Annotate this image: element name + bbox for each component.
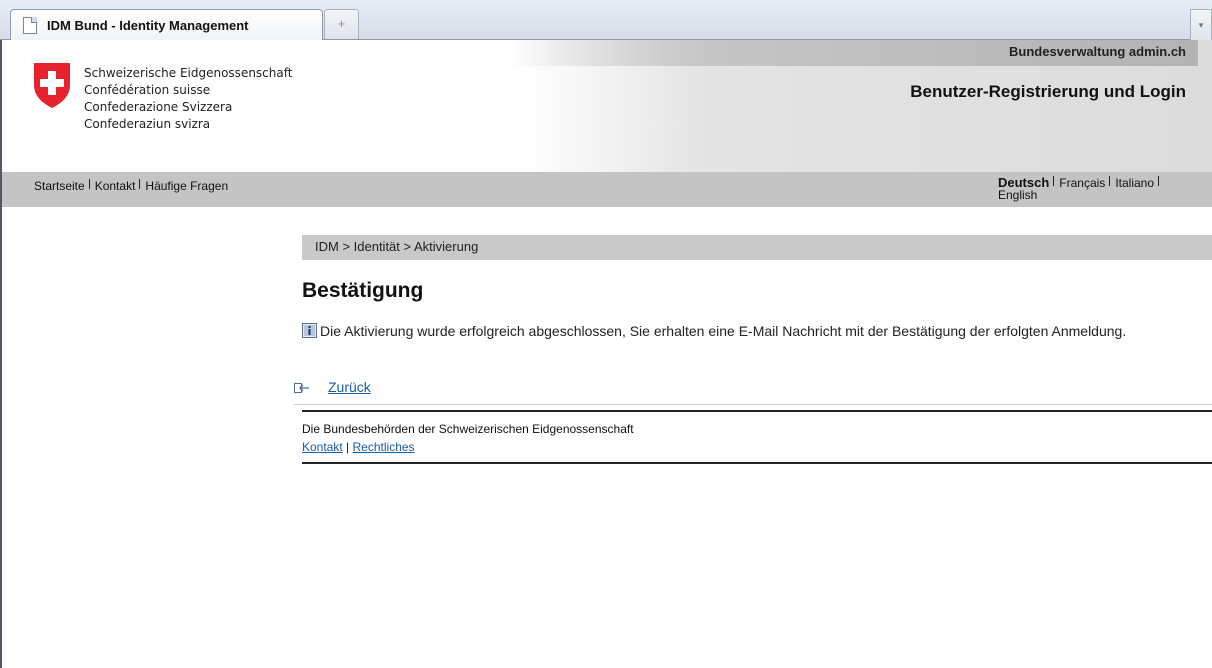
footer-link-rechtliches[interactable]: Rechtliches	[353, 440, 415, 454]
lang-english[interactable]: English	[998, 188, 1037, 202]
page-icon	[23, 16, 37, 34]
browser-tab-active[interactable]: IDM Bund - Identity Management	[10, 9, 323, 40]
confirmation-message: Die Aktivierung wurde erfolgreich abgesc…	[302, 322, 1182, 341]
lang-francais[interactable]: Français	[1059, 176, 1105, 190]
info-icon	[302, 323, 317, 338]
confederation-name-fr: Confédération suisse	[84, 83, 211, 97]
footer-text: Die Bundesbehörden der Schweizerischen E…	[302, 422, 634, 436]
confederation-name-rm: Confederaziun svizra	[84, 117, 211, 131]
tab-list-button[interactable]: ▾	[1190, 9, 1212, 40]
footer-links: Kontakt | Rechtliches	[302, 440, 415, 454]
back-arrow-icon[interactable]	[294, 382, 310, 394]
main-nav-bar: Startseite Kontakt Häufige Fragen Deutsch F…	[2, 172, 1212, 207]
page-heading: Benutzer-Registrierung und Login	[910, 82, 1186, 101]
browser-tab-title: IDM Bund - Identity Management	[47, 17, 249, 33]
back-row: Zurück	[294, 377, 1212, 405]
footer-link-kontakt[interactable]: Kontakt	[302, 440, 343, 454]
nav-kontakt[interactable]: Kontakt	[95, 179, 136, 193]
confederation-name-de: Schweizerische Eidgenossenschaft	[84, 66, 293, 80]
confirmation-message-text: Die Aktivierung wurde erfolgreich abgesc…	[320, 323, 1127, 339]
footer-divider-top	[302, 410, 1212, 412]
swiss-coat-of-arms-logo[interactable]	[32, 61, 72, 109]
nav-separator	[139, 179, 141, 189]
admin-link[interactable]: Bundesverwaltung admin.ch	[508, 40, 1198, 66]
site-header: Bundesverwaltung admin.ch Schweizerische…	[2, 40, 1212, 172]
lang-italiano[interactable]: Italiano	[1115, 176, 1154, 190]
page-viewport: Bundesverwaltung admin.ch Schweizerische…	[0, 40, 1212, 668]
back-link[interactable]: Zurück	[328, 379, 371, 395]
new-tab-button[interactable]: +	[324, 9, 359, 39]
lang-separator	[1053, 176, 1055, 186]
page-title: Bestätigung	[302, 279, 424, 302]
language-switcher: Deutsch Français Italiano English	[998, 176, 1198, 201]
lang-separator	[1109, 176, 1111, 186]
main-nav: Startseite Kontakt Häufige Fragen	[34, 179, 228, 193]
confederation-names: Schweizerische Eidgenossenschaft Confédé…	[84, 65, 292, 133]
nav-separator	[88, 179, 90, 189]
confederation-name-it: Confederazione Svizzera	[84, 100, 233, 114]
nav-startseite[interactable]: Startseite	[34, 179, 85, 193]
footer-link-separator: |	[346, 440, 350, 454]
lang-separator	[1158, 176, 1160, 186]
breadcrumb: IDM > Identität > Aktivierung	[302, 235, 1212, 260]
footer-divider-bottom	[302, 462, 1212, 464]
nav-haeufige-fragen[interactable]: Häufige Fragen	[145, 179, 228, 193]
browser-tab-strip: IDM Bund - Identity Management + ▾	[0, 0, 1212, 40]
